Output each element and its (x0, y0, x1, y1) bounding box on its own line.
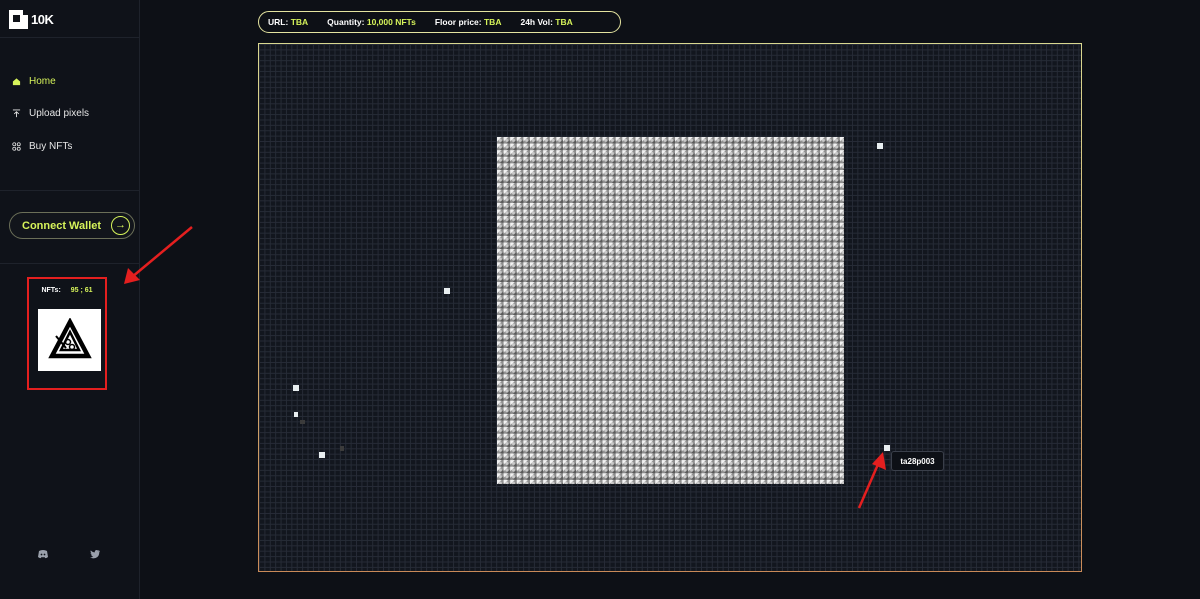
stat-floor-price: Floor price: TBA (435, 17, 502, 27)
divider (0, 263, 139, 264)
pixel-nft[interactable] (293, 385, 299, 391)
grid-icon (12, 141, 21, 151)
stat-value: TBA (290, 17, 309, 27)
nft-mosaic-block[interactable] (497, 137, 844, 484)
pixel-nft-selected[interactable] (884, 445, 890, 451)
stat-url: URL: TBA (268, 17, 308, 27)
stat-label: URL: (268, 17, 289, 27)
home-icon (12, 77, 21, 85)
nft-thumbnail[interactable] (38, 309, 101, 371)
connect-wallet-button[interactable]: Connect Wallet → (9, 212, 135, 239)
sidebar-item-home[interactable]: Home (12, 73, 56, 89)
sidebar: 10K Home Upload pixels Buy NFTs Connect … (0, 0, 140, 599)
pixel-canvas[interactable]: ta28p003 (258, 43, 1082, 572)
discord-icon[interactable] (37, 548, 49, 560)
nft-coords: 95 ; 61 (70, 287, 93, 294)
stat-label: Quantity: (327, 17, 365, 27)
divider (0, 190, 139, 191)
pixel-tooltip: ta28p003 (891, 451, 944, 471)
stat-label: Floor price: (434, 17, 482, 27)
sidebar-item-label: Home (29, 75, 56, 87)
arrow-right-icon: → (111, 216, 130, 235)
upload-icon (12, 108, 21, 117)
stat-24h-volume: 24h Vol: TBA (520, 17, 572, 27)
nft-info: NFTs: 95 ; 61 (29, 287, 105, 294)
sidebar-item-label: Upload pixels (29, 107, 90, 119)
sidebar-item-buy-nfts[interactable]: Buy NFTs (12, 138, 72, 154)
connect-wallet-label: Connect Wallet (22, 219, 102, 232)
stat-quantity: Quantity: 10,000 NFTs (327, 17, 416, 27)
pixel-nft[interactable] (877, 143, 883, 149)
logo[interactable]: 10K (9, 8, 54, 29)
sidebar-item-label: Buy NFTs (29, 140, 73, 152)
sidebar-item-upload-pixels[interactable]: Upload pixels (12, 105, 89, 121)
pixel-nft[interactable] (294, 412, 298, 417)
stat-label: 24h Vol: (520, 17, 553, 27)
stat-value: TBA (483, 17, 502, 27)
stat-value: 10,000 NFTs (366, 17, 416, 27)
triangle-logo-icon (47, 318, 92, 359)
logo-icon (9, 8, 29, 29)
pixel-nft[interactable] (340, 446, 344, 451)
divider (0, 37, 139, 38)
nft-label: NFTs: (41, 287, 61, 294)
stats-bar: URL: TBA Quantity: 10,000 NFTs Floor pri… (258, 11, 621, 33)
nft-preview-panel: NFTs: 95 ; 61 (27, 277, 107, 390)
logo-text: 10K (31, 11, 54, 27)
pixel-nft[interactable] (319, 452, 325, 458)
stat-value: TBA (555, 17, 573, 27)
pixel-nft[interactable] (444, 288, 450, 294)
pixel-nft[interactable] (300, 420, 305, 424)
twitter-icon[interactable] (89, 548, 101, 560)
